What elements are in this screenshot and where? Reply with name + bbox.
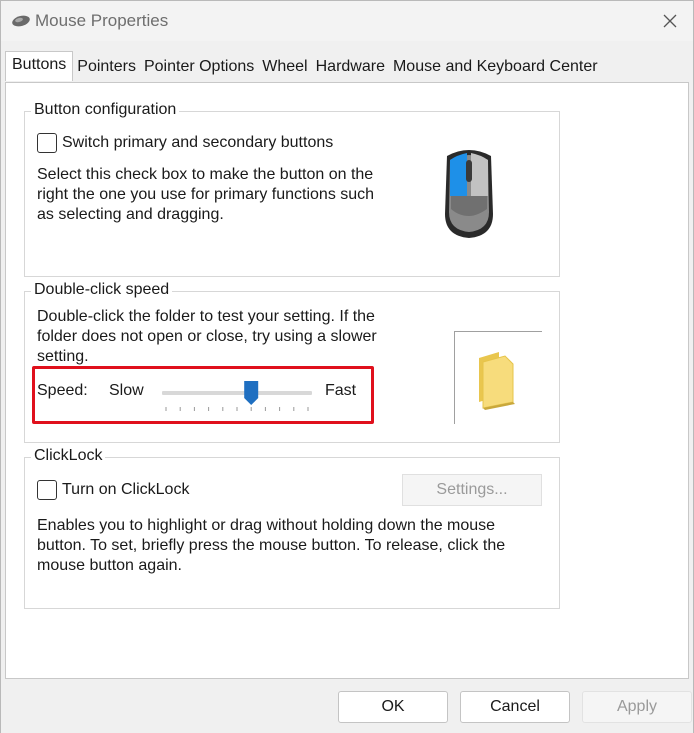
window-title: Mouse Properties (35, 11, 169, 30)
tab-pointer-options[interactable]: Pointer Options (140, 53, 258, 81)
close-icon (663, 14, 677, 28)
switch-buttons-checkbox-row[interactable]: Switch primary and secondary buttons (37, 133, 333, 153)
buttons-tab-panel: Button configuration Switch primary and … (5, 82, 689, 679)
close-button[interactable] (655, 7, 685, 35)
speed-label: Speed: (37, 382, 88, 399)
clicklock-checkbox[interactable] (37, 480, 57, 500)
tab-hardware[interactable]: Hardware (312, 53, 389, 81)
fast-label: Fast (325, 382, 357, 399)
apply-button[interactable]: Apply (582, 691, 692, 723)
double-click-description: Double-click the folder to test your set… (37, 308, 377, 365)
folder-icon (479, 352, 515, 410)
tab-mouse-keyboard-center[interactable]: Mouse and Keyboard Center (389, 53, 602, 81)
clicklock-settings-button[interactable]: Settings... (402, 474, 542, 506)
tab-strip: Buttons Pointers Pointer Options Wheel H… (5, 51, 602, 83)
cancel-button[interactable]: Cancel (460, 691, 570, 723)
slider-thumb (244, 381, 259, 405)
checkbox-label: Turn on ClickLock (62, 481, 190, 498)
checkbox-label: Switch primary and secondary buttons (62, 134, 334, 151)
dialog-footer: OK Cancel Apply (1, 679, 693, 733)
tab-buttons[interactable]: Buttons (5, 51, 74, 81)
mouse-icon (445, 150, 493, 238)
slow-label: Slow (109, 382, 144, 399)
mouse-app-icon (12, 15, 30, 27)
test-folder-area[interactable] (454, 331, 542, 424)
group-label: ClickLock (31, 447, 106, 465)
mouse-illustration (397, 114, 542, 271)
clicklock-checkbox-row[interactable]: Turn on ClickLock (37, 480, 189, 500)
group-label: Button configuration (31, 101, 180, 119)
mouse-properties-window: Mouse Properties Buttons Pointers Pointe… (0, 0, 694, 733)
button-config-description: Select this check box to make the button… (37, 166, 375, 223)
title-bar: Mouse Properties (1, 1, 693, 41)
switch-buttons-checkbox[interactable] (37, 133, 57, 153)
slider-track (162, 381, 312, 411)
tab-pointers[interactable]: Pointers (73, 53, 140, 81)
double-click-speed-slider[interactable] (158, 380, 316, 416)
ok-button[interactable]: OK (338, 691, 448, 723)
tab-wheel[interactable]: Wheel (258, 53, 311, 81)
group-label: Double-click speed (31, 281, 173, 299)
clicklock-description: Enables you to highlight or drag without… (37, 517, 506, 574)
